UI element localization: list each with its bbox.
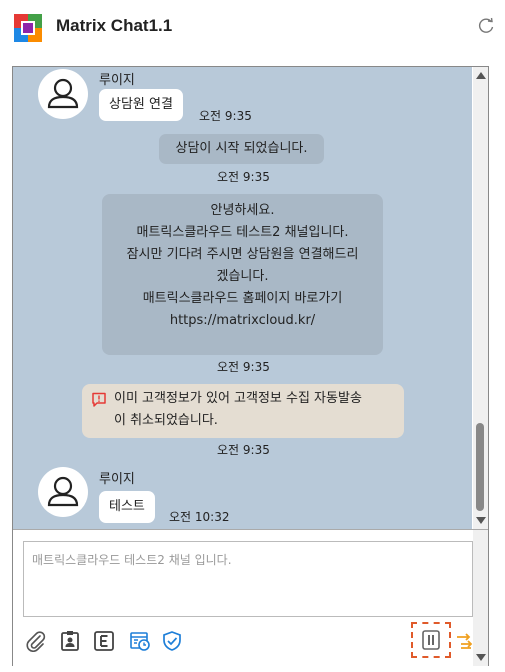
welcome-line: 매트릭스클라우드 홈페이지 바로가기 (142, 291, 343, 306)
system-message: 상담이 시작 되었습니다. (159, 134, 324, 164)
shield-check-icon[interactable] (161, 630, 183, 652)
pause-icon (422, 630, 440, 650)
message-time: 오전 9:35 (217, 170, 270, 184)
welcome-line: 잠시만 기다려 주시면 상담원을 연결해드리 (126, 247, 359, 262)
scroll-down-icon[interactable] (476, 517, 486, 524)
app-header: Matrix Chat1.1 (0, 0, 505, 60)
message-time: 오전 9:35 (217, 360, 270, 374)
message-time: 오전 9:35 (199, 109, 252, 123)
welcome-message: 안녕하세요. 매트릭스클라우드 테스트2 채널입니다. 잠시만 기다려 주시면 … (102, 194, 383, 355)
app-title: Matrix Chat1.1 (56, 16, 173, 35)
sender-name: 루이지 (99, 73, 135, 88)
welcome-line: 안녕하세요. (210, 203, 275, 218)
message-time: 오전 9:35 (217, 443, 270, 457)
welcome-link[interactable]: https://matrixcloud.kr/ (102, 310, 383, 332)
user-message-bubble: 상담원 연결 (99, 89, 183, 121)
scroll-up-icon[interactable] (476, 72, 486, 79)
chat-window: 루이지 상담원 연결 오전 9:35 상담이 시작 되었습니다. 오전 9:35… (12, 66, 489, 666)
letter-e-icon[interactable] (93, 630, 115, 652)
refresh-icon[interactable] (477, 17, 495, 35)
message-time: 오전 10:32 (169, 510, 230, 524)
calendar-clock-icon[interactable] (129, 630, 151, 652)
message-input[interactable]: 매트릭스클라우드 테스트2 채널 입니다. (23, 541, 473, 617)
message-scrollbar[interactable] (473, 67, 488, 529)
warning-icon (92, 392, 106, 407)
avatar (38, 69, 88, 119)
user-message-bubble: 테스트 (99, 491, 155, 523)
pause-button[interactable] (411, 622, 451, 658)
app-logo-icon (14, 14, 42, 42)
composer-scrollbar[interactable] (473, 530, 488, 666)
user-avatar-icon (47, 78, 79, 109)
composer: 매트릭스클라우드 테스트2 채널 입니다. (13, 529, 488, 666)
message-list[interactable]: 루이지 상담원 연결 오전 9:35 상담이 시작 되었습니다. 오전 9:35… (13, 67, 472, 529)
avatar (38, 467, 88, 517)
paperclip-icon[interactable] (25, 630, 47, 652)
clipboard-user-icon[interactable] (59, 630, 81, 652)
scroll-thumb[interactable] (476, 423, 484, 511)
welcome-line: 겠습니다. (216, 269, 269, 284)
warning-line: 이미 고객정보가 있어 고객정보 수집 자동발송 (114, 391, 362, 406)
welcome-line: 매트릭스클라우드 테스트2 채널입니다. (136, 225, 349, 240)
sender-name: 루이지 (99, 472, 135, 487)
warning-message: 이미 고객정보가 있어 고객정보 수집 자동발송 이 취소되었습니다. (82, 384, 404, 438)
scroll-down-icon[interactable] (476, 654, 486, 661)
transfer-icon[interactable] (453, 630, 475, 652)
user-avatar-icon (47, 476, 79, 507)
warning-line: 이 취소되었습니다. (114, 413, 218, 428)
